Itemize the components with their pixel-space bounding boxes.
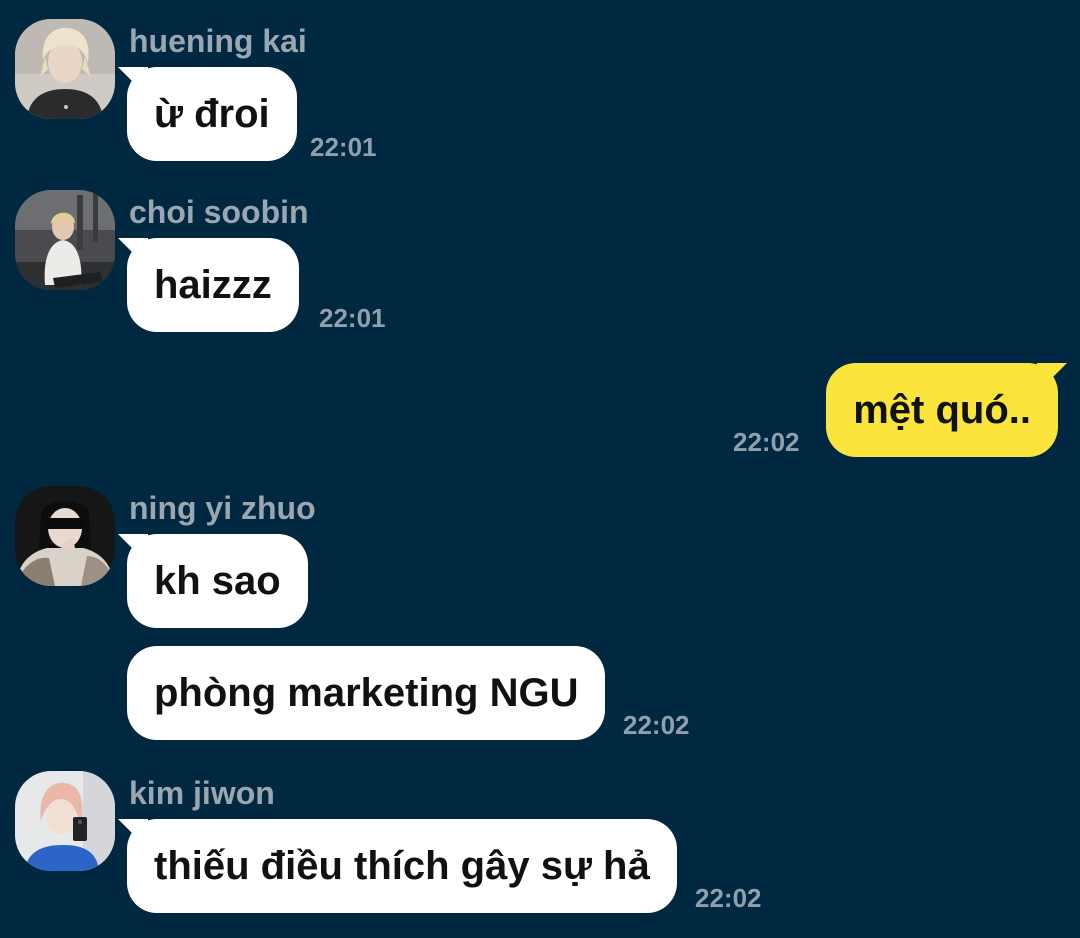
- message-bubble-outgoing[interactable]: mệt quó..: [826, 363, 1058, 457]
- message-bubble[interactable]: thiếu điều thích gây sự hả: [127, 819, 677, 913]
- message-text: haizzz: [154, 263, 272, 307]
- sender-name: ning yi zhuo: [129, 490, 316, 526]
- avatar-kim-jiwon[interactable]: [15, 771, 115, 871]
- message-bubble[interactable]: haizzz: [127, 238, 299, 332]
- sender-name: choi soobin: [129, 194, 309, 230]
- sender-name: huening kai: [129, 23, 307, 59]
- message-timestamp: 22:02: [733, 427, 800, 457]
- user-photo-avatar-icon: [15, 190, 115, 290]
- avatar-huening-kai[interactable]: [15, 19, 115, 119]
- message-timestamp: 22:01: [319, 303, 386, 333]
- avatar-ning-yi-zhuo[interactable]: [15, 486, 115, 586]
- message-text: mệt quó..: [853, 388, 1031, 432]
- message-bubble[interactable]: phòng marketing NGU: [127, 646, 606, 740]
- message-timestamp: 22:02: [623, 710, 690, 740]
- message-text: thiếu điều thích gây sự hả: [154, 844, 650, 888]
- avatar-choi-soobin[interactable]: [15, 190, 115, 290]
- message-timestamp: 22:01: [310, 132, 377, 162]
- message-text: ừ đroi: [154, 92, 270, 136]
- message-text: kh sao: [154, 559, 281, 603]
- message-text: phòng marketing NGU: [154, 671, 579, 715]
- chat-message-list[interactable]: huening kai ừ đroi 22:01 choi soobin hai…: [0, 0, 1080, 938]
- user-photo-avatar-icon: [15, 771, 115, 871]
- sender-name: kim jiwon: [129, 775, 275, 811]
- user-photo-avatar-icon: [15, 19, 115, 119]
- message-bubble[interactable]: kh sao: [127, 534, 308, 628]
- user-photo-avatar-icon: [15, 486, 115, 586]
- message-bubble[interactable]: ừ đroi: [127, 67, 297, 161]
- message-timestamp: 22:02: [695, 883, 762, 913]
